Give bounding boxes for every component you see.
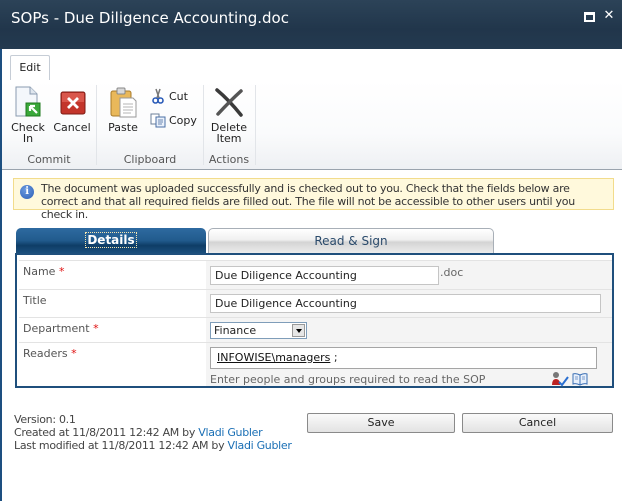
cancel-icon [56, 86, 88, 118]
item-metadata: Version: 0.1 Created at 11/8/2011 12:42 … [14, 413, 292, 452]
tab-read-and-sign-label: Read & Sign [314, 234, 388, 248]
readers-label: Readers * [23, 347, 77, 360]
tab-details[interactable]: Details [16, 228, 206, 253]
required-marker: * [93, 322, 99, 335]
name-label: Name * [23, 265, 65, 278]
created-by-link[interactable]: Vladi Gubler [198, 426, 262, 439]
cut-icon [150, 88, 166, 104]
group-label-actions: Actions [208, 153, 250, 166]
status-message-bar: i The document was uploaded successfully… [13, 178, 614, 221]
ribbon-tab-edit[interactable]: Edit [10, 55, 50, 80]
department-select[interactable]: Finance [210, 322, 307, 339]
ribbon-group-actions: Delete Item Actions [204, 84, 254, 168]
tab-details-label: Details [85, 232, 137, 248]
delete-icon [213, 86, 245, 118]
status-message: The document was uploaded successfully a… [41, 182, 575, 221]
required-marker: * [58, 265, 65, 278]
dialog-title-bar: SOPs - Due Diligence Accounting.doc ✕ [0, 0, 622, 49]
file-extension: .doc [440, 266, 464, 279]
details-form: Name * Due Diligence Accounting .doc Tit… [15, 253, 614, 388]
required-marker: * [71, 347, 77, 360]
name-input[interactable]: Due Diligence Accounting [210, 266, 439, 285]
window-frame [0, 0, 2, 501]
form-row-name: Name * Due Diligence Accounting .doc [19, 260, 612, 289]
resolved-entity[interactable]: INFOWISE\managers [217, 351, 330, 364]
info-icon: i [20, 185, 34, 199]
delete-item-button[interactable]: Delete Item [208, 86, 250, 144]
copy-icon [150, 112, 166, 128]
delete-label-2: Item [216, 132, 242, 145]
ribbon-group-clipboard: Paste Cut Copy Clipboard [97, 84, 203, 168]
readers-hint: Enter people and groups required to read… [210, 373, 486, 386]
copy-label: Copy [169, 114, 197, 127]
department-selected-value: Finance [214, 324, 257, 337]
form-row-readers: Readers * INFOWISE\managers ; Enter peop… [19, 342, 612, 387]
ribbon-group-commit: Check In Cancel Commit [2, 84, 96, 168]
form-row-department: Department * Finance [19, 317, 612, 342]
check-in-label-2: In [22, 132, 34, 145]
group-label-commit: Commit [27, 153, 71, 166]
title-label: Title [23, 294, 47, 307]
department-label: Department * [23, 322, 99, 335]
address-book-icon[interactable] [572, 372, 588, 386]
modified-text: Last modified at 11/8/2011 12:42 AM by V… [14, 439, 292, 452]
cancel-label: Cancel [53, 121, 91, 134]
tab-read-and-sign[interactable]: Read & Sign [208, 228, 494, 253]
dialog-title: SOPs - Due Diligence Accounting.doc [11, 9, 289, 27]
close-icon[interactable]: ✕ [603, 9, 615, 22]
cancel-checkout-button[interactable]: Cancel [52, 86, 92, 133]
form-row-title: Title Due Diligence Accounting [19, 289, 612, 317]
cut-button[interactable]: Cut [150, 88, 188, 105]
ribbon: Check In Cancel Commit Paste Cut Copy Cl… [2, 80, 622, 170]
save-button[interactable]: Save [307, 413, 455, 433]
paste-button[interactable]: Paste [103, 86, 143, 133]
copy-button[interactable]: Copy [150, 113, 197, 129]
check-in-button[interactable]: Check In [8, 86, 48, 144]
chevron-down-icon[interactable] [292, 324, 305, 337]
version-text: Version: 0.1 [14, 413, 76, 426]
maximize-icon[interactable] [584, 12, 595, 22]
check-in-icon [12, 86, 44, 118]
paste-label: Paste [108, 121, 138, 134]
title-input[interactable]: Due Diligence Accounting [210, 294, 601, 313]
readers-people-picker[interactable]: INFOWISE\managers ; [210, 347, 597, 369]
paste-icon [107, 86, 139, 118]
group-label-clipboard: Clipboard [123, 153, 177, 166]
cut-label: Cut [169, 90, 188, 103]
group-separator [255, 85, 256, 165]
created-text: Created at 11/8/2011 12:42 AM by Vladi G… [14, 426, 263, 439]
cancel-button[interactable]: Cancel [462, 413, 613, 433]
modified-by-link[interactable]: Vladi Gubler [228, 439, 292, 452]
check-names-icon[interactable] [551, 371, 569, 387]
